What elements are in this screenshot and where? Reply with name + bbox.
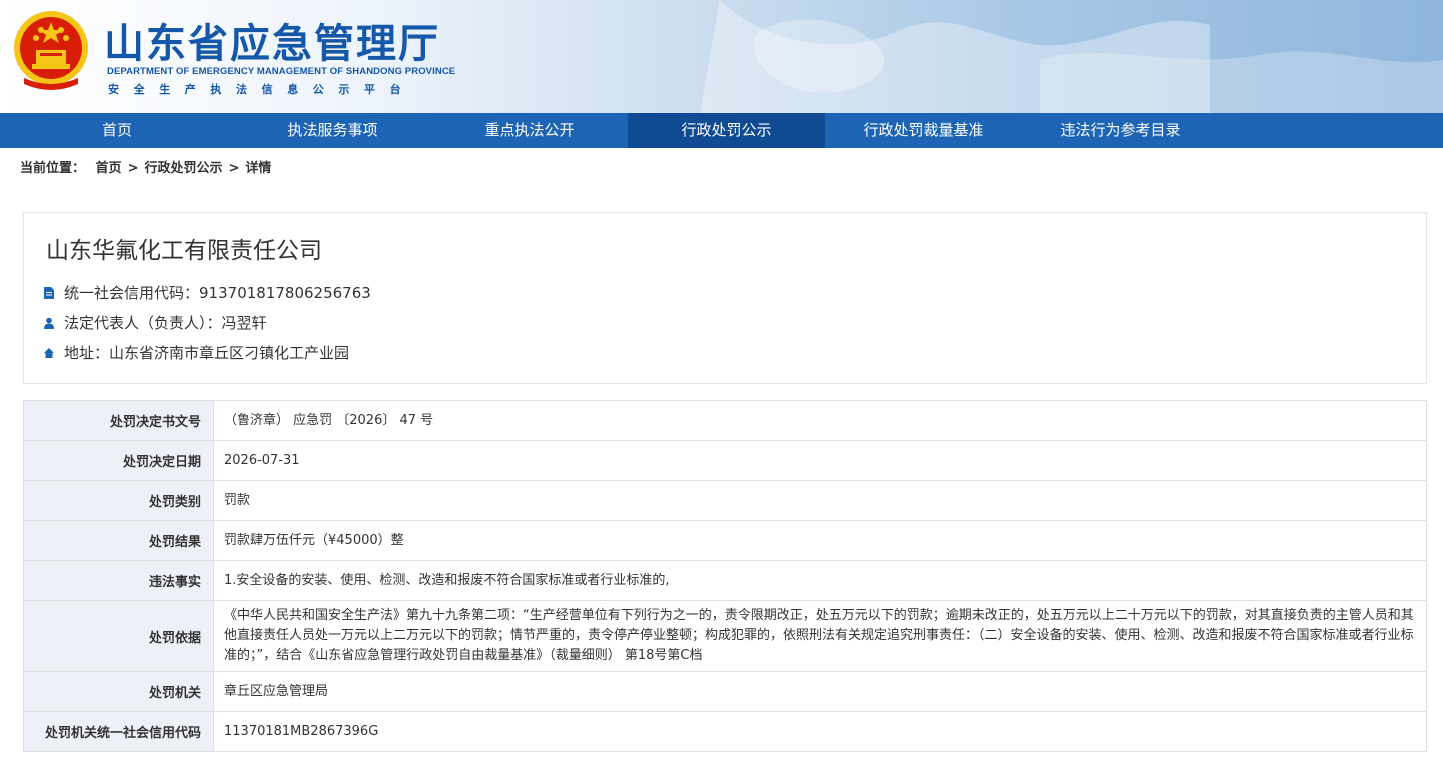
breadcrumb-current: 详情 bbox=[245, 161, 272, 176]
address-label: 地址： bbox=[64, 344, 110, 362]
nav-item-home[interactable]: 首页 bbox=[0, 113, 234, 148]
detail-value: 1.安全设备的安装、使用、检测、改造和报废不符合国家标准或者行业标准的, bbox=[213, 560, 1427, 601]
detail-label: 处罚结果 bbox=[23, 520, 214, 561]
home-icon bbox=[44, 347, 54, 358]
address-row: 地址： 山东省济南市章丘区刁镇化工产业园 bbox=[44, 342, 349, 363]
detail-value: （鲁济章） 应急罚 〔2026〕 47 号 bbox=[213, 400, 1427, 441]
site-subtitle: 安全生产执法信息公示平台 bbox=[108, 83, 416, 96]
detail-label: 处罚决定日期 bbox=[23, 440, 214, 481]
site-header: 山东省应急管理厅 DEPARTMENT OF EMERGENCY MANAGEM… bbox=[0, 0, 1443, 113]
detail-label: 处罚类别 bbox=[23, 480, 214, 521]
breadcrumb-penalty-publicity[interactable]: 行政处罚公示 bbox=[144, 161, 222, 176]
credit-code-row: 统一社会信用代码： 913701817806256763 bbox=[44, 282, 371, 303]
document-icon bbox=[44, 286, 54, 299]
site-title: 山东省应急管理厅 bbox=[104, 21, 440, 67]
breadcrumb: 当前位置： 首页 > 行政处罚公示 > 详情 bbox=[0, 148, 1443, 192]
national-emblem-icon bbox=[14, 11, 88, 90]
site-title-english: DEPARTMENT OF EMERGENCY MANAGEMENT OF SH… bbox=[107, 66, 456, 77]
credit-code-label: 统一社会信用代码： bbox=[64, 284, 200, 302]
legal-rep-value: 冯翌轩 bbox=[221, 314, 267, 332]
detail-label: 处罚机关 bbox=[23, 671, 214, 712]
main-nav: 首页 执法服务事项 重点执法公开 行政处罚公示 行政处罚裁量基准 违法行为参考目… bbox=[0, 113, 1443, 148]
breadcrumb-prefix: 当前位置： bbox=[20, 161, 86, 176]
legal-rep-label: 法定代表人（负责人）： bbox=[64, 314, 222, 332]
table-row: 处罚机关 章丘区应急管理局 bbox=[23, 671, 1427, 712]
detail-label: 处罚机关统一社会信用代码 bbox=[23, 711, 214, 752]
detail-value: 2026-07-31 bbox=[213, 440, 1427, 481]
detail-value: 罚款肆万伍仟元（¥45000）整 bbox=[213, 520, 1427, 561]
company-name: 山东华氟化工有限责任公司 bbox=[46, 238, 322, 264]
table-row: 处罚类别 罚款 bbox=[23, 480, 1427, 521]
detail-value: 《中华人民共和国安全生产法》第九十九条第二项：“生产经营单位有下列行为之一的，责… bbox=[213, 600, 1427, 672]
address-value: 山东省济南市章丘区刁镇化工产业园 bbox=[109, 344, 350, 362]
table-row: 处罚结果 罚款肆万伍仟元（¥45000）整 bbox=[23, 520, 1427, 561]
nav-item-key-enforcement[interactable]: 重点执法公开 bbox=[431, 113, 628, 148]
nav-item-penalty-discretion[interactable]: 行政处罚裁量基准 bbox=[825, 113, 1022, 148]
table-row: 处罚决定书文号 （鲁济章） 应急罚 〔2026〕 47 号 bbox=[23, 400, 1427, 441]
legal-rep-row: 法定代表人（负责人）： 冯翌轩 bbox=[44, 312, 267, 333]
user-icon bbox=[44, 317, 54, 329]
penalty-detail-table: 处罚决定书文号 （鲁济章） 应急罚 〔2026〕 47 号 处罚决定日期 202… bbox=[23, 400, 1427, 752]
company-info-card: 山东华氟化工有限责任公司 统一社会信用代码： 91370181780625676… bbox=[23, 212, 1427, 384]
detail-value: 罚款 bbox=[213, 480, 1427, 521]
breadcrumb-separator: > bbox=[127, 161, 139, 176]
detail-label: 处罚决定书文号 bbox=[23, 400, 214, 441]
nav-item-violation-catalog[interactable]: 违法行为参考目录 bbox=[1022, 113, 1219, 148]
nav-item-enforcement-services[interactable]: 执法服务事项 bbox=[234, 113, 431, 148]
breadcrumb-home[interactable]: 首页 bbox=[96, 161, 122, 176]
table-row: 处罚机关统一社会信用代码 11370181MB2867396G bbox=[23, 711, 1427, 752]
detail-label: 处罚依据 bbox=[23, 600, 214, 672]
detail-value: 章丘区应急管理局 bbox=[213, 671, 1427, 712]
table-row: 违法事实 1.安全设备的安装、使用、检测、改造和报废不符合国家标准或者行业标准的… bbox=[23, 560, 1427, 601]
table-row: 处罚依据 《中华人民共和国安全生产法》第九十九条第二项：“生产经营单位有下列行为… bbox=[23, 600, 1427, 672]
nav-item-penalty-publicity[interactable]: 行政处罚公示 bbox=[628, 113, 825, 148]
table-row: 处罚决定日期 2026-07-31 bbox=[23, 440, 1427, 481]
breadcrumb-separator: > bbox=[228, 161, 240, 176]
credit-code-value: 913701817806256763 bbox=[199, 283, 371, 302]
detail-value: 11370181MB2867396G bbox=[213, 711, 1427, 752]
detail-label: 违法事实 bbox=[23, 560, 214, 601]
